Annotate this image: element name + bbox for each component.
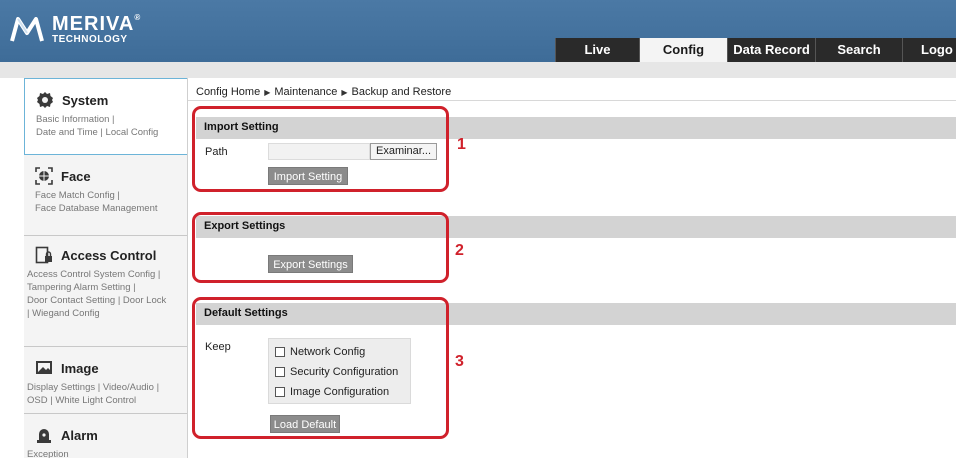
sidebar-section-face[interactable]: Face Face Match Config | Face Database M… bbox=[24, 155, 187, 236]
sidebar-title-access-control: Access Control bbox=[61, 247, 157, 263]
header-bar: MERIVA® TECHNOLOGY Live Config Data Reco… bbox=[0, 0, 956, 62]
sidebar-title-alarm: Alarm bbox=[61, 427, 98, 443]
annotation-number-2: 2 bbox=[455, 242, 464, 259]
sidebar-link-date-local[interactable]: Date and Time | Local Config bbox=[36, 126, 183, 139]
sidebar-link-access-config[interactable]: Access Control System Config | bbox=[27, 268, 183, 281]
breadcrumb-home[interactable]: Config Home bbox=[196, 86, 260, 98]
sidebar: System Basic Information | Date and Time… bbox=[24, 78, 188, 458]
door-lock-icon bbox=[35, 246, 53, 264]
sidebar-link-tampering[interactable]: Tampering Alarm Setting | bbox=[27, 281, 183, 294]
sidebar-section-system[interactable]: System Basic Information | Date and Time… bbox=[24, 78, 187, 155]
annotation-number-1: 1 bbox=[457, 136, 466, 153]
sidebar-link-osd[interactable]: OSD | White Light Control bbox=[27, 394, 183, 407]
breadcrumb-maintenance[interactable]: Maintenance bbox=[274, 86, 337, 98]
sidebar-link-display[interactable]: Display Settings | Video/Audio | bbox=[27, 381, 183, 394]
face-scan-icon bbox=[35, 167, 53, 185]
sidebar-link-face-db[interactable]: Face Database Management bbox=[35, 202, 183, 215]
annotation-outline-1 bbox=[192, 106, 449, 192]
annotation-outline-3 bbox=[192, 297, 449, 439]
meriva-logo-icon bbox=[10, 16, 44, 42]
sidebar-section-access-control[interactable]: Access Control Access Control System Con… bbox=[24, 236, 187, 347]
app-window: MERIVA® TECHNOLOGY Live Config Data Reco… bbox=[0, 0, 956, 458]
annotation-outline-2 bbox=[192, 212, 449, 283]
header-subbar bbox=[0, 62, 956, 78]
sidebar-link-basic-info[interactable]: Basic Information | bbox=[36, 113, 183, 126]
sidebar-section-image[interactable]: Image Display Settings | Video/Audio | O… bbox=[24, 347, 187, 414]
sidebar-title-system: System bbox=[62, 92, 109, 108]
divider bbox=[188, 100, 956, 101]
brand-sub: TECHNOLOGY bbox=[52, 34, 128, 45]
breadcrumb-separator-icon: ▶ bbox=[341, 88, 348, 97]
sidebar-title-image: Image bbox=[61, 360, 99, 376]
annotation-number-3: 3 bbox=[455, 353, 464, 370]
breadcrumb: Config Home ▶ Maintenance ▶ Backup and Resto… bbox=[196, 86, 451, 98]
tab-live[interactable]: Live bbox=[555, 38, 639, 62]
brand-logo: MERIVA® TECHNOLOGY bbox=[10, 14, 141, 45]
sidebar-section-alarm[interactable]: Alarm Exception bbox=[24, 414, 187, 458]
sidebar-title-face: Face bbox=[61, 168, 91, 184]
sidebar-link-wiegand[interactable]: | Wiegand Config bbox=[27, 307, 183, 320]
top-nav: Live Config Data Record Search Logo bbox=[555, 38, 956, 62]
sidebar-link-face-match[interactable]: Face Match Config | bbox=[35, 189, 183, 202]
brand-name: MERIVA® bbox=[52, 13, 142, 35]
tab-data-record[interactable]: Data Record bbox=[727, 38, 815, 62]
tab-config[interactable]: Config bbox=[639, 38, 727, 62]
alarm-icon bbox=[35, 426, 53, 444]
breadcrumb-current: Backup and Restore bbox=[351, 86, 452, 98]
sidebar-link-exception[interactable]: Exception bbox=[27, 448, 183, 458]
sidebar-link-door-contact[interactable]: Door Contact Setting | Door Lock bbox=[27, 294, 183, 307]
breadcrumb-separator-icon: ▶ bbox=[264, 88, 271, 97]
image-icon bbox=[35, 359, 53, 377]
tab-search[interactable]: Search bbox=[815, 38, 902, 62]
gear-icon bbox=[36, 91, 54, 109]
tab-logout[interactable]: Logo bbox=[902, 38, 956, 62]
